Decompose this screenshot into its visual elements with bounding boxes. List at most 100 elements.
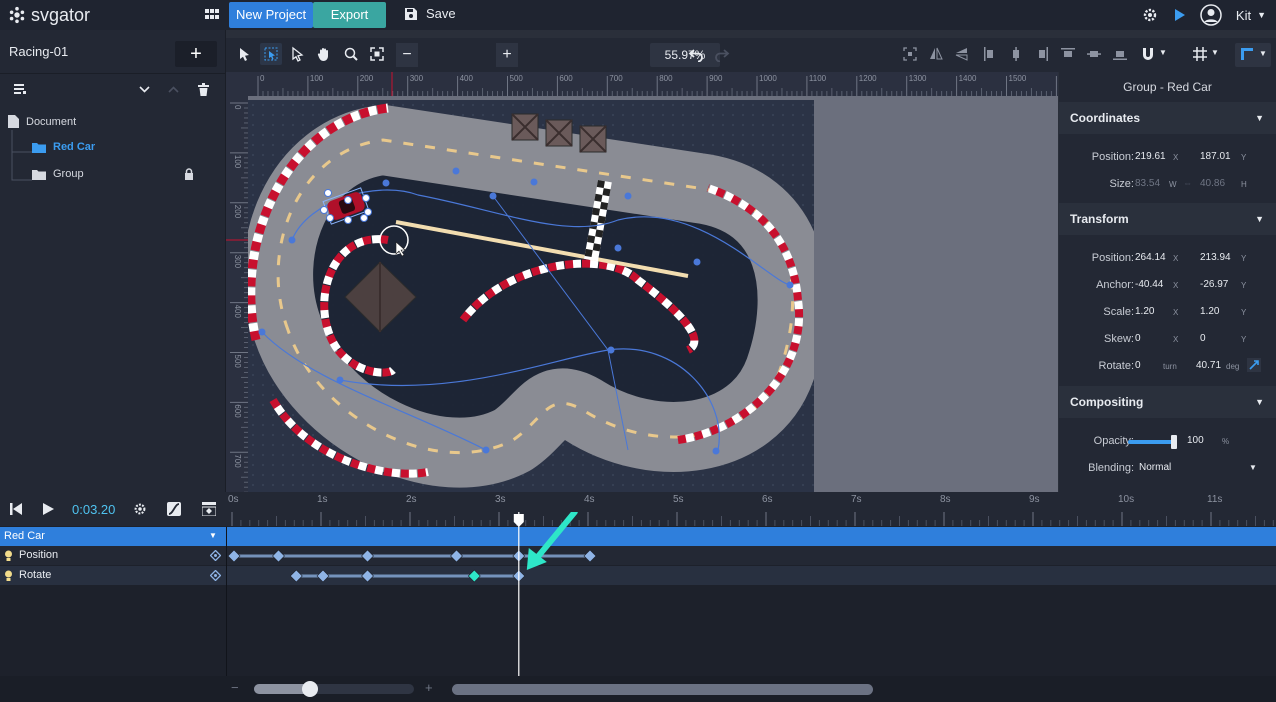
align-center-h-icon[interactable] xyxy=(1008,46,1024,62)
chevron-up-icon[interactable] xyxy=(168,86,179,93)
timeline-zoom-slider[interactable] xyxy=(254,681,414,697)
save-button[interactable]: Save xyxy=(404,6,456,21)
timeline-horizontal-scrollbar[interactable] xyxy=(452,684,873,695)
layer-document[interactable]: Document xyxy=(8,115,76,128)
canvas-viewport[interactable] xyxy=(248,96,1058,492)
align-top-icon[interactable] xyxy=(1060,46,1076,62)
keyframe-diamond[interactable] xyxy=(361,549,374,563)
keyframe-diamond[interactable] xyxy=(316,569,330,583)
play-icon[interactable] xyxy=(43,503,54,515)
zoom-out-button[interactable]: − xyxy=(396,43,418,67)
user-menu-chevron-icon[interactable]: ▼ xyxy=(1257,10,1266,20)
new-project-button[interactable]: New Project xyxy=(229,2,314,28)
hand-pan-icon[interactable] xyxy=(316,46,332,62)
align-left-icon[interactable] xyxy=(982,46,998,62)
transform-position-x-input[interactable]: 264.14 xyxy=(1135,252,1166,263)
settings-gear-icon[interactable] xyxy=(1142,7,1158,23)
keyframe-diamond[interactable] xyxy=(361,569,374,583)
zoom-in-button[interactable]: + xyxy=(496,43,518,67)
grid-options-chevron-icon[interactable]: ▼ xyxy=(1211,48,1219,57)
transform-section-header[interactable]: Transform ▼ xyxy=(1059,203,1276,235)
skew-y-input[interactable]: 0 xyxy=(1200,333,1206,344)
timeline-zoom-out-icon[interactable]: − xyxy=(231,680,239,695)
opacity-slider-handle[interactable] xyxy=(1171,435,1177,449)
keyframe-diamond[interactable] xyxy=(289,569,303,583)
opacity-input[interactable]: 100 xyxy=(1187,435,1204,446)
snap-magnet-icon[interactable] xyxy=(1140,46,1156,62)
keyframe-diamond[interactable] xyxy=(227,549,241,563)
keyframe-diamond[interactable] xyxy=(272,549,285,563)
add-keyframe-icon[interactable] xyxy=(210,550,221,561)
group-collapse-chevron-icon[interactable]: ▼ xyxy=(209,531,217,540)
transform-position-y-input[interactable]: 213.94 xyxy=(1200,252,1231,263)
coord-position-y-input[interactable]: 187.01 xyxy=(1200,151,1231,162)
scale-x-input[interactable]: 1.20 xyxy=(1135,306,1154,317)
export-button[interactable]: Export xyxy=(313,2,386,28)
snap-options-chevron-icon[interactable]: ▼ xyxy=(1159,48,1167,57)
link-ratio-icon[interactable]: ⇔ xyxy=(1183,178,1192,188)
skew-x-input[interactable]: 0 xyxy=(1135,333,1141,344)
apps-grid-icon[interactable] xyxy=(204,7,220,23)
flip-horizontal-icon[interactable] xyxy=(928,46,944,62)
delete-trash-icon[interactable] xyxy=(198,83,209,96)
layer-item-red-car[interactable]: Red Car xyxy=(32,141,95,153)
play-preview-icon[interactable] xyxy=(1172,8,1186,22)
node-select-icon[interactable] xyxy=(289,46,305,62)
keyframe-diamond[interactable] xyxy=(467,569,481,583)
add-layer-button[interactable]: + xyxy=(175,41,217,67)
orient-to-path-icon[interactable] xyxy=(1247,358,1261,372)
add-keyframe-icon[interactable] xyxy=(210,570,221,581)
ruler-toggle-button[interactable]: ▼ xyxy=(1235,43,1271,67)
scale-y-input[interactable]: 1.20 xyxy=(1200,306,1219,317)
opacity-slider-track[interactable] xyxy=(1128,440,1174,444)
avatar[interactable] xyxy=(1200,4,1222,26)
align-middle-v-icon[interactable] xyxy=(1086,46,1102,62)
zoom-tool-icon[interactable] xyxy=(343,46,359,62)
compositing-section-header[interactable]: Compositing ▼ xyxy=(1059,386,1276,418)
logo[interactable]: svgator xyxy=(8,5,90,26)
coord-position-x-input[interactable]: 219.61 xyxy=(1135,151,1166,162)
keyframe-layer[interactable] xyxy=(227,512,1276,682)
vertical-ruler[interactable]: 0 100 200 300 400 500 600 700 xyxy=(226,96,248,492)
rotate-turn-input[interactable]: 0 xyxy=(1135,360,1141,371)
keyframe-panel-icon[interactable] xyxy=(202,502,216,516)
playhead-handle[interactable] xyxy=(513,514,524,527)
timeline-zoom-handle[interactable] xyxy=(302,681,318,697)
flip-vertical-icon[interactable] xyxy=(954,46,970,62)
anchor-x-input[interactable]: -40.44 xyxy=(1135,279,1163,290)
layer-item-group[interactable]: Group xyxy=(32,168,84,180)
chevron-down-icon[interactable] xyxy=(139,86,150,93)
rotate-deg-input[interactable]: 40.71 xyxy=(1196,360,1221,371)
keyframe-diamond[interactable] xyxy=(583,549,597,563)
timeline-zoom-in-icon[interactable]: + xyxy=(425,680,433,695)
transform-select-icon[interactable] xyxy=(263,46,279,62)
select-arrow-icon[interactable] xyxy=(236,46,252,62)
blending-chevron-icon[interactable]: ▼ xyxy=(1249,463,1257,472)
user-name[interactable]: Kit xyxy=(1236,8,1251,23)
coord-size-w-input[interactable]: 83.54 xyxy=(1135,178,1160,189)
timeline-settings-gear-icon[interactable] xyxy=(133,502,147,516)
track-header-rotate[interactable]: Rotate xyxy=(0,566,227,585)
project-name[interactable]: Racing-01 xyxy=(9,44,68,59)
blending-select[interactable]: Normal xyxy=(1139,462,1171,473)
fit-screen-icon[interactable] xyxy=(369,46,385,62)
zoom-level-input[interactable]: 55.97% xyxy=(650,43,720,67)
keyframe-diamond[interactable] xyxy=(450,549,463,563)
current-time[interactable]: 0:03.20 xyxy=(72,502,115,517)
align-right-icon[interactable] xyxy=(1034,46,1050,62)
redo-icon[interactable] xyxy=(714,46,730,62)
skip-to-start-icon[interactable] xyxy=(10,503,22,515)
list-view-icon[interactable] xyxy=(14,84,26,94)
coord-size-h-input[interactable]: 40.86 xyxy=(1200,178,1225,189)
undo-icon[interactable] xyxy=(688,46,704,62)
anchor-y-input[interactable]: -26.97 xyxy=(1200,279,1228,290)
lock-icon[interactable] xyxy=(184,168,194,180)
align-bottom-icon[interactable] xyxy=(1112,46,1128,62)
grid-icon[interactable] xyxy=(1192,46,1208,62)
focus-frame-icon[interactable] xyxy=(902,46,918,62)
horizontal-ruler[interactable]: 0 100 200 300 400 500 600 700 800 900 1000 1100 1200… xyxy=(248,72,1058,96)
easing-curve-icon[interactable] xyxy=(167,502,181,516)
track-header-position[interactable]: Position xyxy=(0,546,227,565)
artboard[interactable] xyxy=(248,100,814,492)
coordinates-section-header[interactable]: Coordinates ▼ xyxy=(1059,102,1276,134)
